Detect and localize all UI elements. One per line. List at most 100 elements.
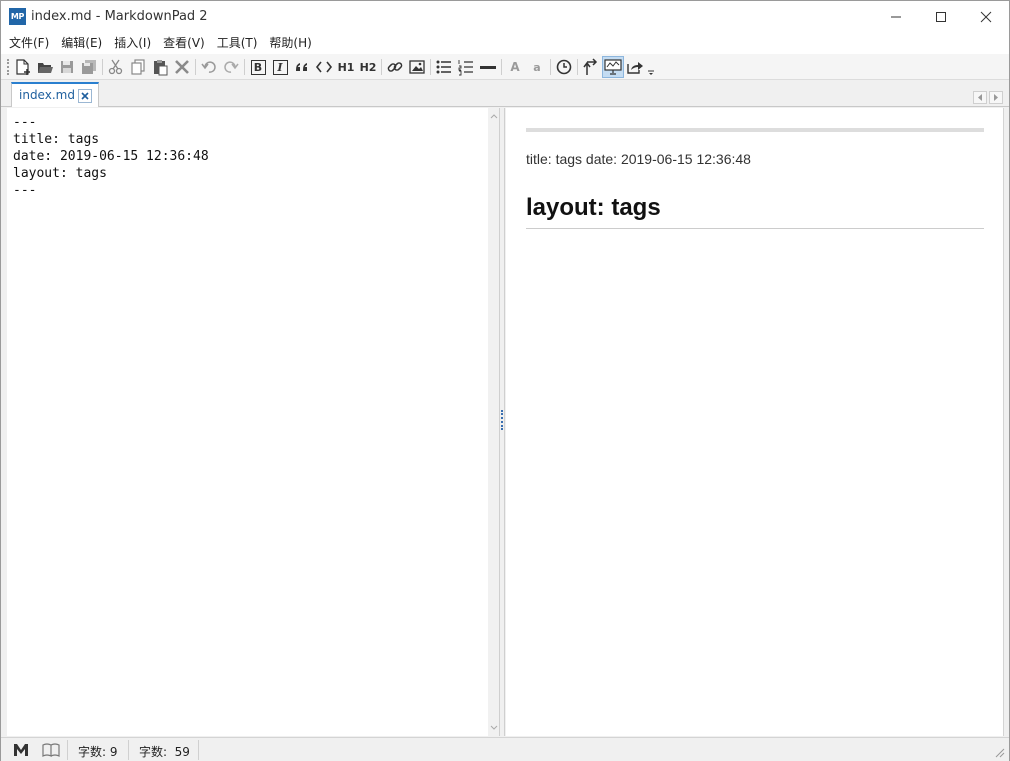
toolbar-separator [577,59,578,75]
toolbar: B I H1 H2 A a [1,54,1009,80]
status-separator [198,740,199,760]
numbered-list-icon [458,60,473,76]
toolbar-separator [244,59,245,75]
code-button[interactable] [313,56,335,78]
bold-label: B [253,60,263,74]
increase-font-button[interactable]: A [504,56,526,78]
swap-view-button[interactable] [580,56,602,78]
undo-icon [201,61,216,73]
window-title: index.md - MarkdownPad 2 [31,9,208,24]
chevron-left-icon [978,94,982,101]
copy-button[interactable] [127,56,149,78]
menu-tools[interactable]: 工具(T) [211,33,264,53]
status-separator [67,740,68,760]
live-preview-button[interactable] [602,56,624,78]
close-icon [980,11,992,22]
numbered-list-button[interactable] [455,56,477,78]
tab-close-button[interactable] [78,89,92,103]
clock-icon [556,59,572,75]
quote-button[interactable] [291,56,313,78]
swap-arrows-icon [583,58,598,75]
close-button[interactable] [963,1,1009,32]
decrease-font-label: a [533,60,541,74]
word-count: 字数: 9 [78,745,118,759]
minimize-button[interactable] [873,1,919,32]
undo-button[interactable] [198,56,220,78]
italic-label: I [277,60,283,74]
open-button[interactable] [34,56,56,78]
chevron-down-icon [648,70,654,75]
save-all-button[interactable] [78,56,100,78]
tab-scroll-right-button[interactable] [989,91,1003,104]
paste-button[interactable] [149,56,171,78]
scissors-icon [108,59,123,75]
decrease-font-button[interactable]: a [526,56,548,78]
save-button[interactable] [56,56,78,78]
close-icon [81,92,89,100]
bullet-list-button[interactable] [433,56,455,78]
horizontal-rule-icon [480,66,496,69]
menu-view[interactable]: 查看(V) [157,33,211,53]
chevron-down-icon [490,725,497,730]
app-logo-icon: MP [9,8,26,25]
save-icon [61,61,73,73]
chevron-up-icon [490,113,497,118]
export-icon [627,62,643,74]
scroll-down-button[interactable] [489,723,498,732]
markdown-editor[interactable]: --- title: tags date: 2019-06-15 12:36:4… [7,108,499,736]
horizontal-rule-button[interactable] [477,56,499,78]
cut-button[interactable] [105,56,127,78]
splitter-grip[interactable] [501,410,503,430]
heading1-label: H1 [337,60,355,74]
image-button[interactable] [406,56,428,78]
heading2-label: H2 [359,60,377,74]
menu-insert[interactable]: 插入(I) [108,33,157,53]
menu-file[interactable]: 文件(F) [3,33,55,53]
new-document-button[interactable] [12,56,34,78]
editor-scrollbar[interactable] [488,108,499,736]
redo-icon [224,61,239,73]
tab-index-md[interactable]: index.md [11,82,99,107]
menu-bar: 文件(F) 编辑(E) 插入(I) 查看(V) 工具(T) 帮助(H) [1,32,1009,54]
status-bar: 字数: 9 字数: 59 [1,737,1009,761]
editor-text[interactable]: --- title: tags date: 2019-06-15 12:36:4… [13,114,209,199]
markdown-icon [14,744,28,756]
redo-button[interactable] [220,56,242,78]
paste-icon [154,60,168,76]
toolbar-separator [381,59,382,75]
menu-edit[interactable]: 编辑(E) [55,33,108,53]
toolbar-overflow-button[interactable] [645,56,657,78]
delete-icon [175,60,189,74]
export-button[interactable] [624,56,646,78]
toolbar-separator [550,59,551,75]
pane-splitter[interactable] [499,108,505,736]
toolbar-grip[interactable] [7,59,9,75]
italic-button[interactable]: I [269,56,291,78]
preview-horizontal-rule [526,128,984,132]
toolbar-separator [195,59,196,75]
reading-mode-button[interactable] [42,741,60,759]
heading2-button[interactable]: H2 [357,56,379,78]
bold-button[interactable]: B [247,56,269,78]
copy-icon [131,59,145,75]
preview-heading: layout: tags [526,194,984,229]
chevron-right-icon [994,94,998,101]
book-icon [42,743,60,757]
scroll-up-button[interactable] [489,111,498,120]
minimize-icon [891,16,901,17]
char-count: 字数: 59 [139,745,190,759]
maximize-button[interactable] [918,1,964,32]
tab-label: index.md [19,88,75,102]
timestamp-button[interactable] [553,56,575,78]
tab-scroll-left-button[interactable] [973,91,987,104]
markdown-mode-button[interactable] [12,741,30,759]
image-icon [409,60,425,74]
resize-grip-icon[interactable] [993,746,1005,758]
delete-button[interactable] [171,56,193,78]
code-icon [315,61,333,73]
link-button[interactable] [384,56,406,78]
heading1-button[interactable]: H1 [335,56,357,78]
maximize-icon [936,11,946,22]
toolbar-separator [430,59,431,75]
menu-help[interactable]: 帮助(H) [263,33,317,53]
